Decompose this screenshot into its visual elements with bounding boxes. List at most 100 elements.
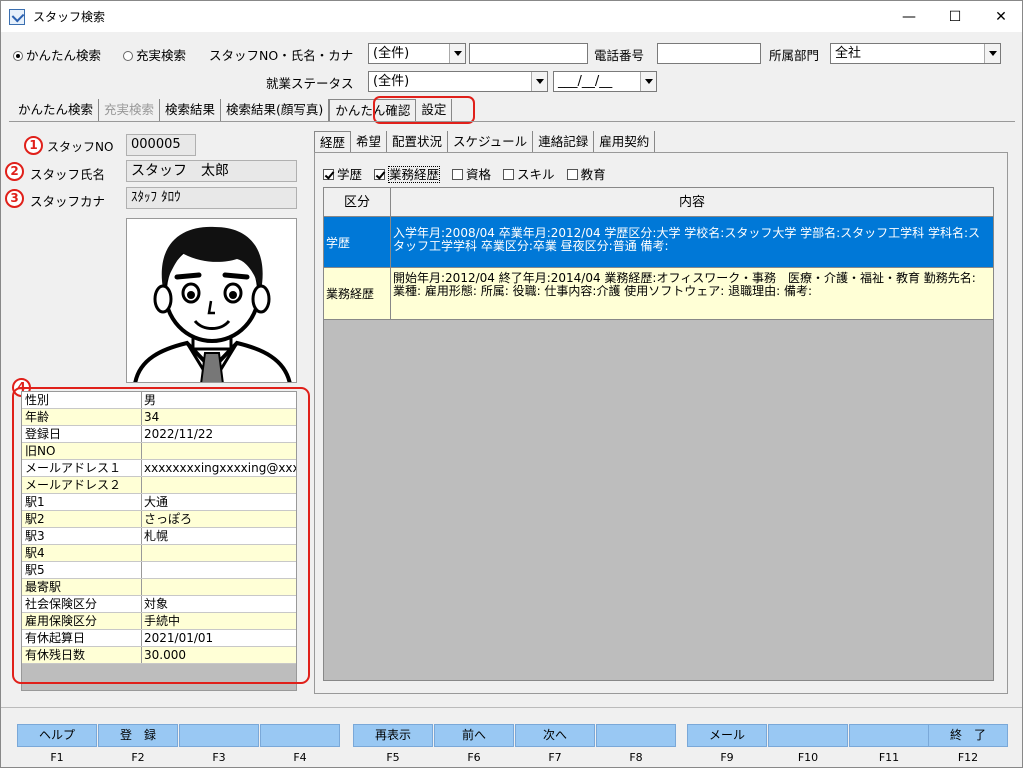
tab-easy-search[interactable]: かんたん検索 xyxy=(13,99,100,121)
fkey-f9-button[interactable]: メール xyxy=(687,724,767,747)
grid-header-content: 内容 xyxy=(678,195,705,210)
filter-label: 業務経歴 xyxy=(388,166,441,183)
staff-search-input[interactable] xyxy=(469,43,588,64)
filter-label: スキル xyxy=(517,167,555,182)
radio-full-search[interactable]: 充実検索 xyxy=(123,45,186,64)
fkey-f5-button[interactable]: 再表示 xyxy=(353,724,433,747)
fkey-f2-button[interactable]: 登 録 xyxy=(98,724,178,747)
staff-photo xyxy=(126,218,297,383)
tab-results[interactable]: 検索結果 xyxy=(160,99,222,121)
table-row[interactable]: 業務経歴 開始年月:2012/04 終了年月:2014/04 業務経歴:オフィス… xyxy=(324,268,993,320)
phone-input[interactable] xyxy=(657,43,761,64)
fkey-f3-button[interactable] xyxy=(179,724,259,747)
radio-full-label: 充実検索 xyxy=(136,48,187,63)
subtab-5[interactable]: 雇用契約 xyxy=(594,131,656,153)
app-icon xyxy=(9,8,25,25)
radio-off-icon xyxy=(123,51,133,61)
checkbox-icon xyxy=(503,169,515,180)
checkbox-icon xyxy=(323,169,334,180)
fkey-label: F3 xyxy=(212,751,226,764)
subtab-4[interactable]: 連絡記録 xyxy=(533,131,595,153)
history-grid: 区分 内容 学歴 入学年月:2008/04 卒業年月:2012/04 学歴区分:… xyxy=(323,187,994,681)
fkey-f10-button[interactable] xyxy=(768,724,848,747)
tab-results-photo[interactable]: 検索結果(顔写真) xyxy=(221,99,330,121)
subtab-2[interactable]: 配置状況 xyxy=(387,131,449,153)
minimize-button[interactable]: — xyxy=(886,1,932,32)
staff-name-label: スタッフ氏名 xyxy=(30,167,106,182)
date-combo[interactable]: ___/__/__ xyxy=(553,71,657,92)
fkey-label: F1 xyxy=(50,751,64,764)
status-value: (全件) xyxy=(373,74,410,89)
filter-label: 学歴 xyxy=(337,167,363,182)
dept-combo[interactable]: 全社 xyxy=(830,43,1001,64)
sub-tabs: 経歴 希望 配置状況 スケジュール 連絡記録 雇用契約 xyxy=(314,131,656,153)
staff-search-combo[interactable]: (全件) xyxy=(368,43,466,64)
badge-3: 3 xyxy=(5,189,24,208)
filter-checks: 学歴 業務経歴 資格 スキル 教育 xyxy=(323,164,618,183)
window-title: スタッフ検索 xyxy=(33,10,106,24)
subtab-3[interactable]: スケジュール xyxy=(448,131,534,153)
staff-kana-label: スタッフカナ xyxy=(30,194,106,209)
staff-kana-field: ｽﾀｯﾌ ﾀﾛｳ xyxy=(126,187,297,209)
staff-no-label: スタッフNO xyxy=(47,140,114,154)
fkey-label: F7 xyxy=(548,751,562,764)
grid-header: 区分 内容 xyxy=(324,188,993,217)
fkey-f7-button[interactable]: 次へ xyxy=(515,724,595,747)
fkey-label: F2 xyxy=(131,751,145,764)
maximize-button[interactable]: ☐ xyxy=(932,1,978,32)
table-row[interactable]: 学歴 入学年月:2008/04 卒業年月:2012/04 学歴区分:大学 学校名… xyxy=(324,217,993,268)
checkbox-icon xyxy=(374,169,386,180)
filter-0[interactable]: 学歴 xyxy=(323,167,362,182)
fkey-f6-button[interactable]: 前へ xyxy=(434,724,514,747)
fkey-label: F11 xyxy=(878,751,900,764)
radio-on-icon xyxy=(13,51,23,61)
dept-value: 全社 xyxy=(835,46,862,61)
app-window: スタッフ検索 — ☐ ✕ かんたん検索 充実検索 スタッフNO・氏名・カナ (全… xyxy=(0,0,1023,768)
chevron-down-icon xyxy=(449,44,465,63)
radio-easy-search[interactable]: かんたん検索 xyxy=(13,45,101,64)
highlight-info xyxy=(12,387,310,684)
badge-2: 2 xyxy=(5,162,24,181)
badge-1: 1 xyxy=(24,136,43,155)
filter-label: 資格 xyxy=(466,167,492,182)
filter-4[interactable]: 教育 xyxy=(566,167,606,182)
checkbox-icon xyxy=(566,169,578,180)
date-value: ___/__/__ xyxy=(558,74,613,89)
fkey-f8-button[interactable] xyxy=(596,724,676,747)
filter-2[interactable]: 資格 xyxy=(452,167,491,182)
close-button[interactable]: ✕ xyxy=(978,1,1023,32)
row-category: 業務経歴 xyxy=(324,268,391,319)
row-content: 入学年月:2008/04 卒業年月:2012/04 学歴区分:大学 学校名:スタ… xyxy=(393,226,981,253)
checkbox-icon xyxy=(452,169,464,180)
chevron-down-icon xyxy=(640,72,656,91)
radio-easy-label: かんたん検索 xyxy=(26,48,102,63)
fkey-label: F10 xyxy=(797,751,819,764)
fkey-label: F4 xyxy=(293,751,307,764)
fkey-f12-button[interactable]: 終 了 xyxy=(928,724,1008,747)
tab-full-search[interactable]: 充実検索 xyxy=(99,99,161,121)
fkey-f1-button[interactable]: ヘルプ xyxy=(17,724,97,747)
row-category: 学歴 xyxy=(324,217,391,267)
chevron-down-icon xyxy=(531,72,547,91)
row-content: 開始年月:2012/04 終了年月:2014/04 業務経歴:オフィスワーク・事… xyxy=(393,271,976,298)
grid-header-category: 区分 xyxy=(324,188,391,216)
filter-1[interactable]: 業務経歴 xyxy=(374,166,441,183)
staff-search-label: スタッフNO・氏名・カナ xyxy=(209,48,354,63)
fkey-f4-button[interactable] xyxy=(260,724,340,747)
filter-3[interactable]: スキル xyxy=(503,167,555,182)
status-label: 就業ステータス xyxy=(266,76,354,91)
fkey-label: F12 xyxy=(957,751,979,764)
fkey-label: F6 xyxy=(467,751,481,764)
filter-label: 教育 xyxy=(580,167,606,182)
highlight-tab xyxy=(373,96,475,124)
staff-combo-value: (全件) xyxy=(373,46,410,61)
fkey-label: F5 xyxy=(386,751,400,764)
subtab-0[interactable]: 経歴 xyxy=(314,131,352,153)
phone-label: 電話番号 xyxy=(594,48,645,63)
fkey-f11-button[interactable] xyxy=(849,724,929,747)
tab-divider xyxy=(9,121,1015,122)
status-combo[interactable]: (全件) xyxy=(368,71,548,92)
chevron-down-icon xyxy=(984,44,1000,63)
subtab-1[interactable]: 希望 xyxy=(351,131,388,153)
footer-divider xyxy=(1,707,1022,708)
